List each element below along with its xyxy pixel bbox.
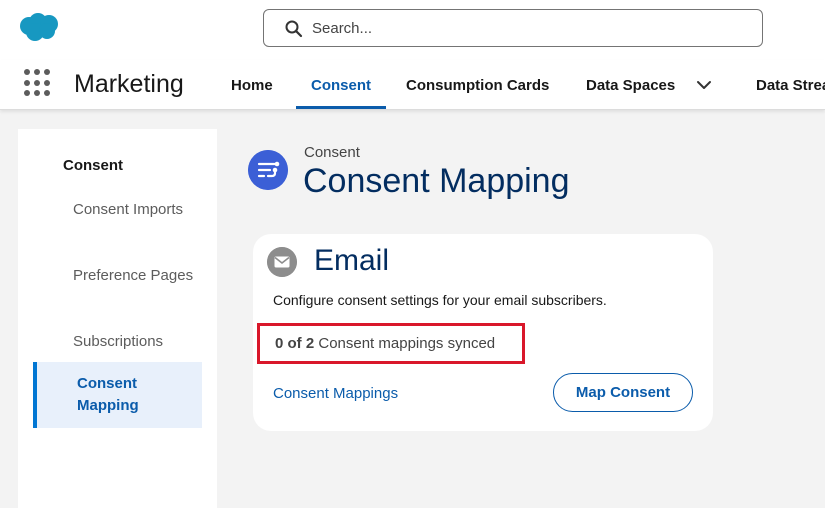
consent-mapping-icon xyxy=(248,150,288,190)
sidebar-item-preference-pages[interactable]: Preference Pages xyxy=(73,265,203,287)
tab-home[interactable]: Home xyxy=(231,60,273,109)
search-placeholder: Search... xyxy=(312,20,373,37)
page-title: Consent Mapping xyxy=(303,162,570,200)
search-icon xyxy=(285,20,303,38)
salesforce-cloud-icon[interactable] xyxy=(18,12,60,42)
sync-count: 0 of 2 xyxy=(275,335,315,352)
map-consent-button[interactable]: Map Consent xyxy=(553,373,693,412)
sync-suffix: Consent mappings synced xyxy=(318,335,496,352)
consent-sidebar: Consent Consent Imports Preference Pages… xyxy=(18,129,217,508)
global-header: Search... xyxy=(0,0,825,60)
sync-status-highlight: 0 of 2 Consent mappings synced xyxy=(257,323,525,364)
email-consent-card: Email Configure consent settings for you… xyxy=(253,234,713,431)
tab-data-spaces[interactable]: Data Spaces xyxy=(586,60,675,109)
app-name: Marketing xyxy=(74,70,184,98)
sidebar-heading: Consent xyxy=(63,157,123,174)
page-eyebrow: Consent xyxy=(304,144,360,161)
sidebar-item-consent-imports[interactable]: Consent Imports xyxy=(73,199,203,221)
card-title: Email xyxy=(314,244,390,277)
sidebar-item-subscriptions[interactable]: Subscriptions xyxy=(73,331,203,353)
sidebar-item-consent-mapping[interactable]: Consent Mapping xyxy=(33,362,202,428)
sync-status: 0 of 2 Consent mappings synced xyxy=(275,335,495,352)
app-launcher-icon[interactable] xyxy=(24,69,52,97)
envelope-icon xyxy=(267,247,297,277)
card-description: Configure consent settings for your emai… xyxy=(273,292,607,308)
tab-data-streams[interactable]: Data Strea xyxy=(756,60,825,109)
consent-mappings-link[interactable]: Consent Mappings xyxy=(273,385,398,402)
tab-consent[interactable]: Consent xyxy=(296,60,386,109)
app-nav-bar: Marketing Home Consent Consumption Cards… xyxy=(0,60,825,110)
tab-consumption-cards[interactable]: Consumption Cards xyxy=(406,60,549,109)
search-input[interactable]: Search... xyxy=(263,9,763,47)
chevron-down-icon[interactable] xyxy=(695,76,713,94)
